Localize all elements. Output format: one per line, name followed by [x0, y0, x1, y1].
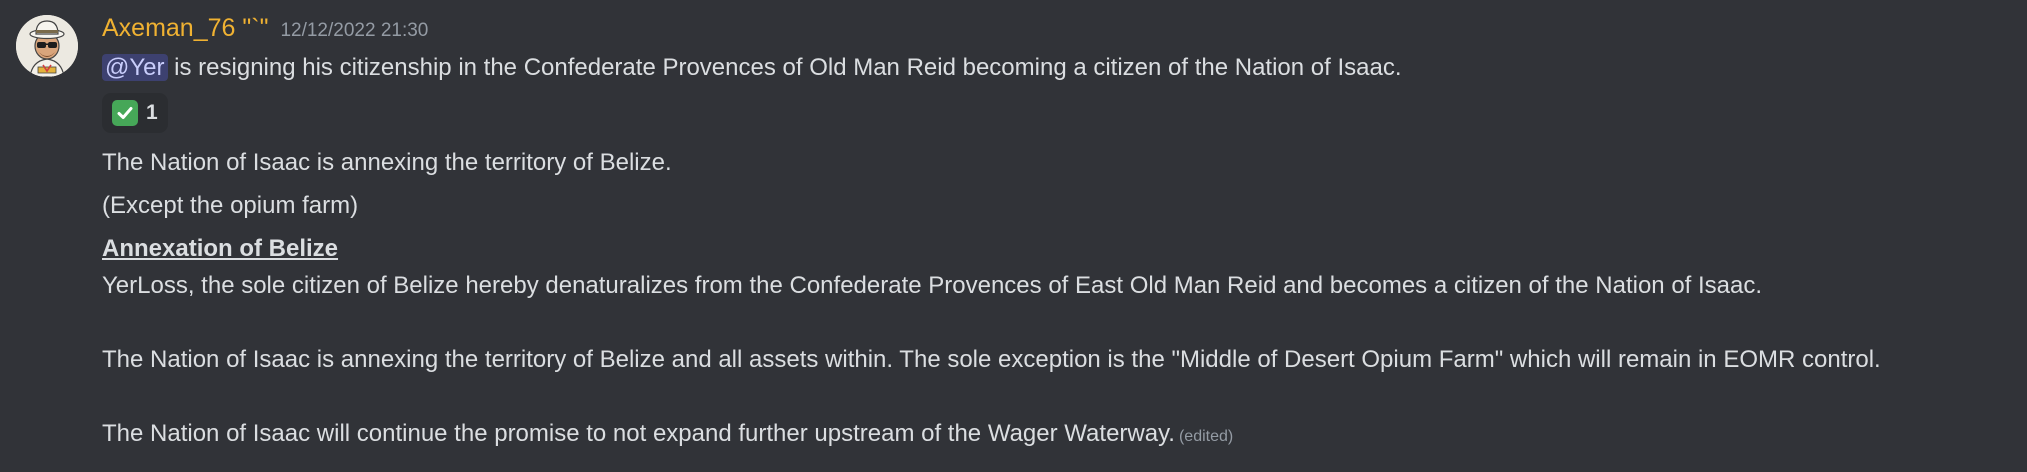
message-text: is resigning his citizenship in the Conf…	[167, 54, 1402, 81]
timestamp[interactable]: 12/12/2022 21:30	[280, 20, 428, 42]
message-line-3: (Except the opium farm)	[102, 192, 359, 219]
message-line-1: @Yer is resigning his citizenship in the…	[102, 53, 1402, 83]
message-paragraph-1: YerLoss, the sole citizen of Belize here…	[102, 272, 1763, 299]
message-heading: Annexation of Belize	[102, 235, 339, 262]
user-mention[interactable]: @Yer	[102, 54, 168, 81]
check-mark-emoji-icon	[112, 100, 138, 126]
message-line-2: The Nation of Isaac is annexing the terr…	[102, 149, 672, 176]
edited-label: (edited)	[1178, 428, 1234, 445]
reaction-button[interactable]: 1	[102, 93, 168, 133]
avatar-image	[16, 15, 78, 77]
message-header: Axeman_76 "`" 12/12/2022 21:30	[102, 14, 428, 50]
message-paragraph-3: The Nation of Isaac will continue the pr…	[102, 419, 1233, 452]
message-paragraph-2: The Nation of Isaac is annexing the terr…	[102, 346, 1881, 373]
avatar[interactable]	[16, 15, 78, 77]
username[interactable]: Axeman_76 "`"	[102, 14, 268, 43]
chat-message: Axeman_76 "`" 12/12/2022 21:30 @Yer is r…	[0, 0, 2027, 472]
reaction-count: 1	[146, 101, 158, 124]
message-paragraph-3-text: The Nation of Isaac will continue the pr…	[102, 420, 1175, 447]
